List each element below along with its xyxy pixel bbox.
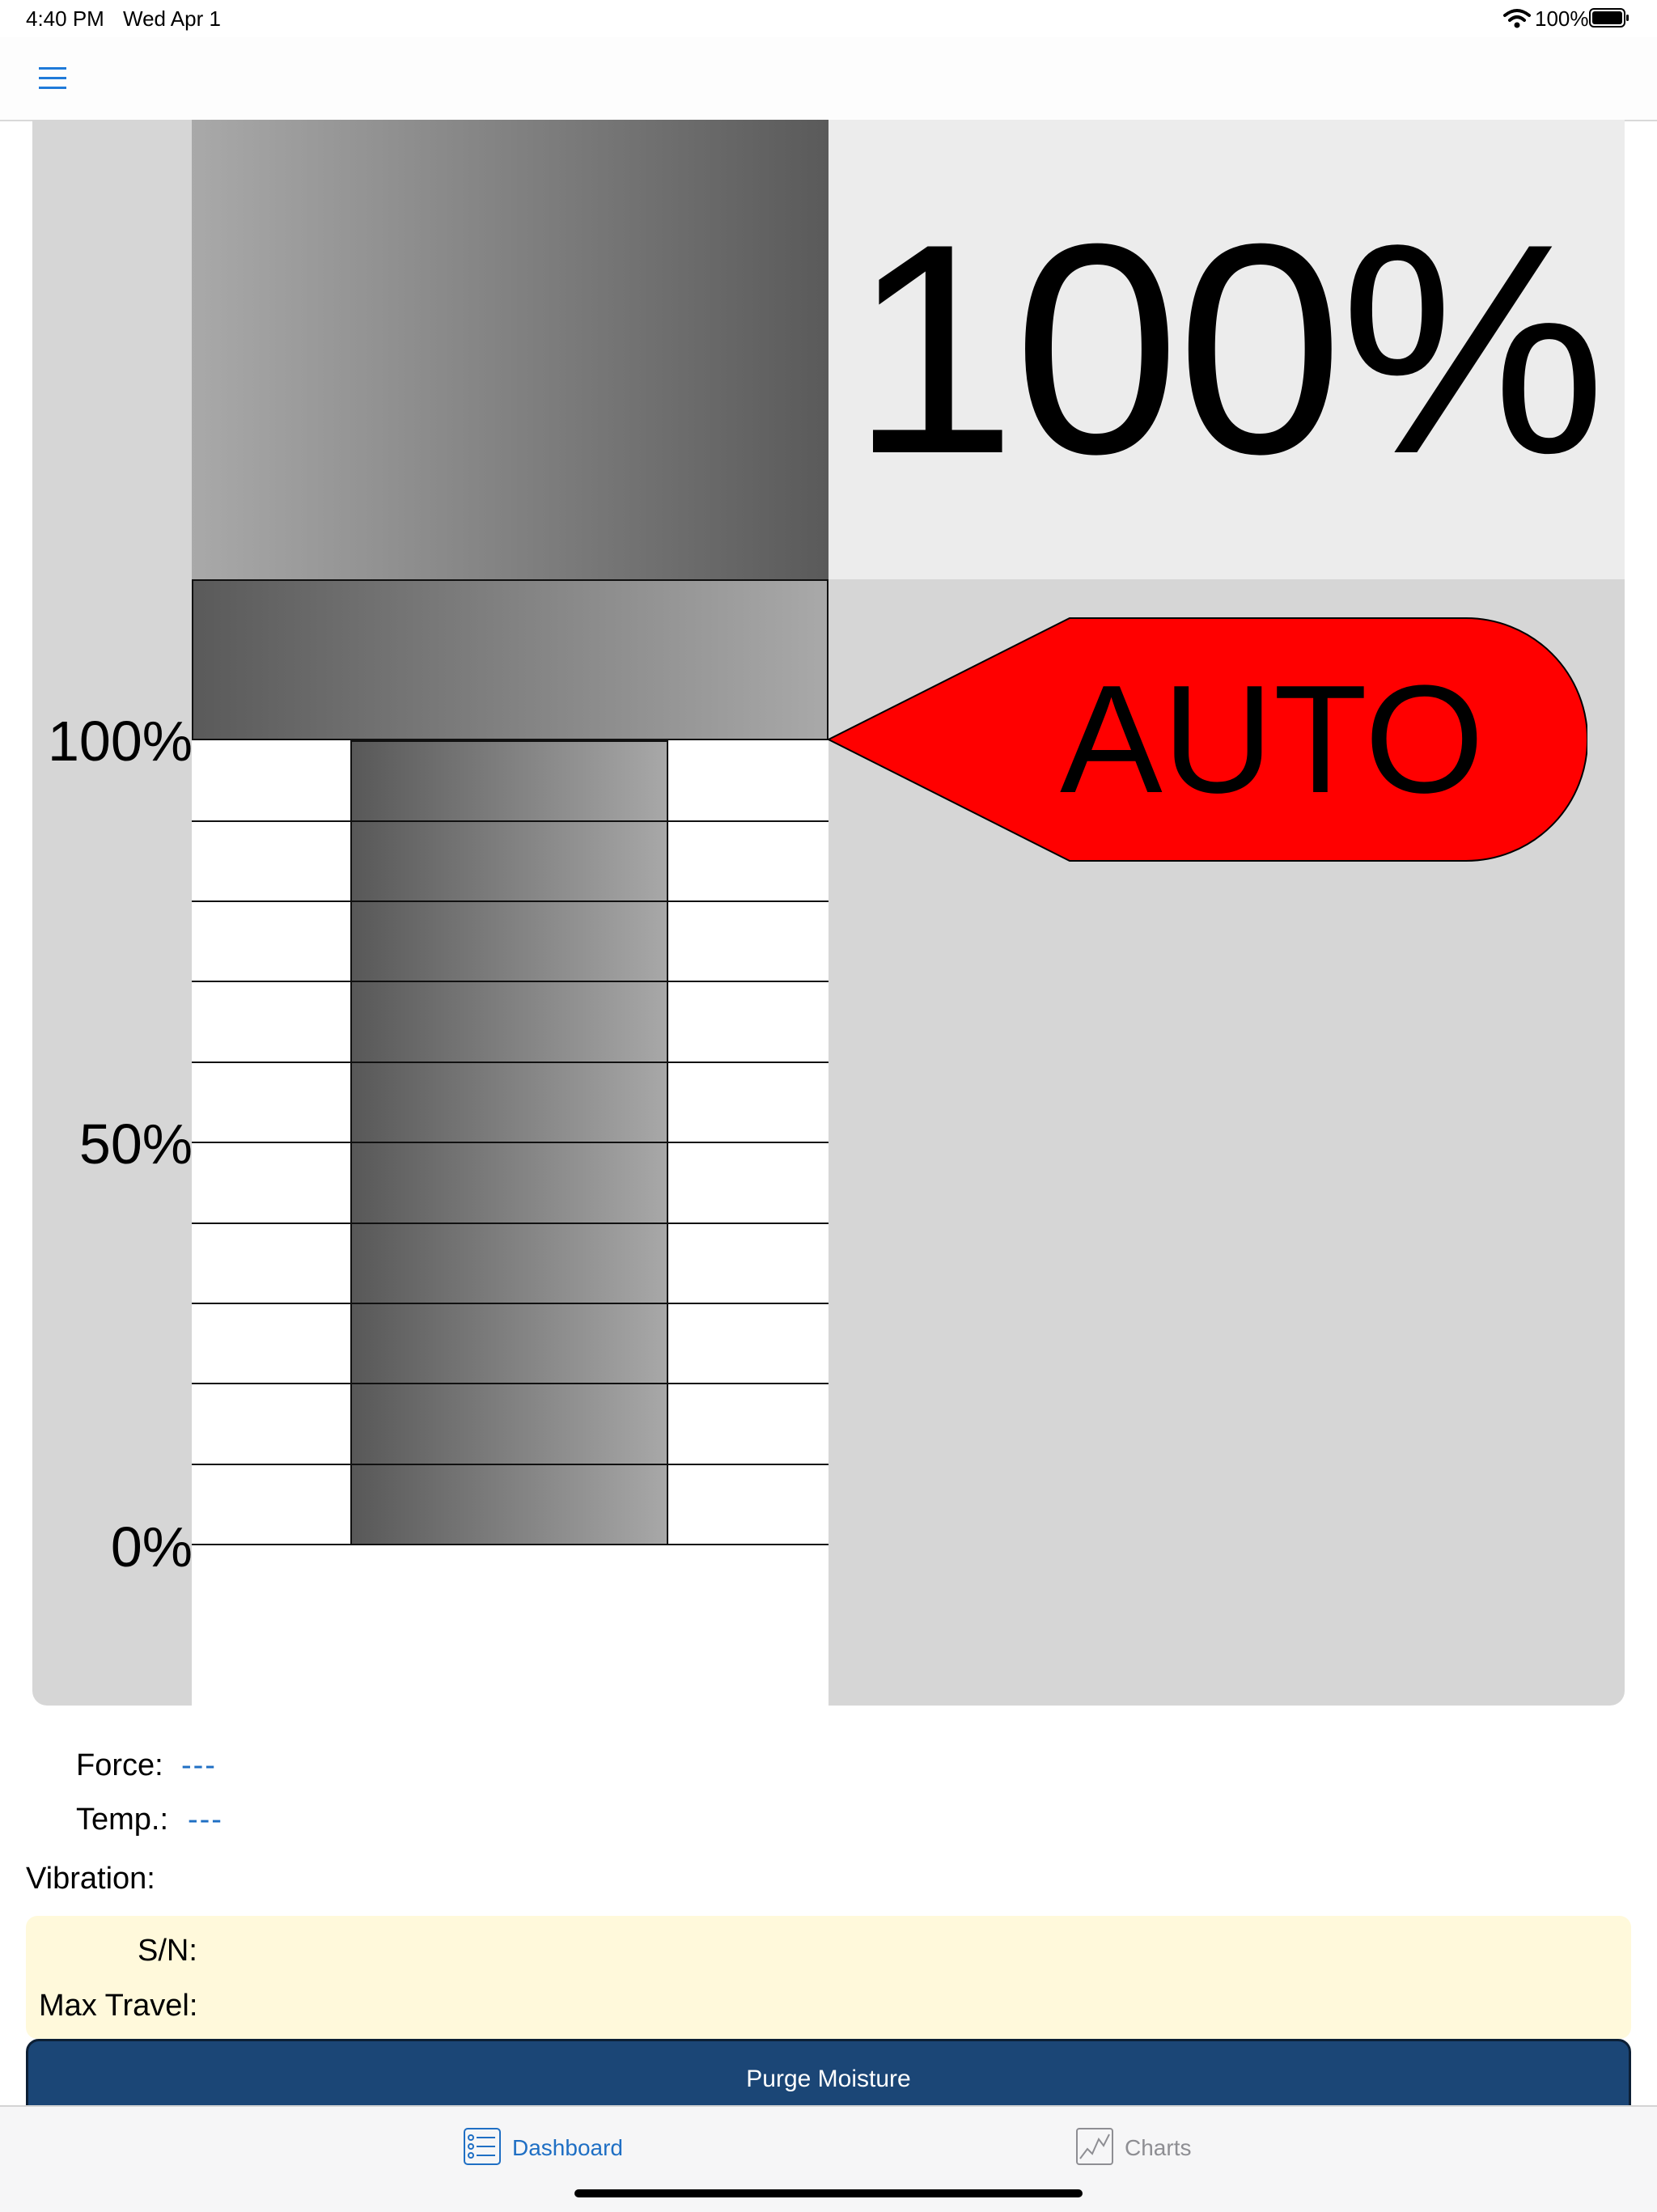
- gauge-line: [192, 900, 828, 902]
- status-time: 4:40 PM: [26, 6, 104, 31]
- device-info: [26, 1916, 1631, 2039]
- axis-label-middle: 50%: [78, 1112, 193, 1176]
- temp-value: ---: [188, 1803, 223, 1837]
- gauge-line: [192, 1383, 828, 1384]
- vibration-label: Vibration:: [26, 1862, 155, 1896]
- force-value: ---: [181, 1748, 217, 1782]
- gauge-line: [192, 1544, 828, 1545]
- battery-icon: [1589, 8, 1629, 28]
- tab-charts-label: Charts: [1125, 2135, 1192, 2160]
- cylinder-body: [192, 120, 828, 579]
- home-indicator: [574, 2189, 1083, 2197]
- cylinder-piston: [192, 579, 828, 740]
- chart-icon: [1076, 2128, 1113, 2165]
- gauge-line: [192, 1142, 828, 1143]
- temp-label: Temp.:: [76, 1803, 169, 1837]
- status-date: Wed Apr 1: [123, 6, 221, 31]
- gauge-line: [192, 1464, 828, 1465]
- status-bar: 4:40 PM Wed Apr 1 100%: [0, 0, 1657, 37]
- position-percent: 100%: [850, 182, 1606, 516]
- mode-label: AUTO: [1060, 654, 1481, 825]
- tab-dashboard[interactable]: Dashboard: [464, 2128, 642, 2168]
- gauge-line: [192, 1062, 828, 1063]
- dashboard-list-icon: [464, 2128, 501, 2165]
- gauge-line: [192, 981, 828, 982]
- force-label: Force:: [76, 1748, 163, 1782]
- gauge-line: [192, 820, 828, 822]
- serial-number-label: S/N:: [138, 1934, 197, 1968]
- axis-label-bottom: 0%: [110, 1515, 193, 1578]
- gauge-line: [192, 1303, 828, 1304]
- gauge-line: [192, 1223, 828, 1224]
- battery-percent: 100%: [1535, 6, 1589, 31]
- axis-label-top: 100%: [47, 710, 193, 773]
- hamburger-menu-icon[interactable]: [39, 65, 66, 92]
- wifi-icon: [1503, 9, 1531, 28]
- max-travel-label: Max Travel:: [39, 1989, 198, 2023]
- tab-charts[interactable]: Charts: [1076, 2128, 1238, 2168]
- tab-dashboard-label: Dashboard: [512, 2135, 623, 2160]
- navigation-bar: [0, 37, 1657, 121]
